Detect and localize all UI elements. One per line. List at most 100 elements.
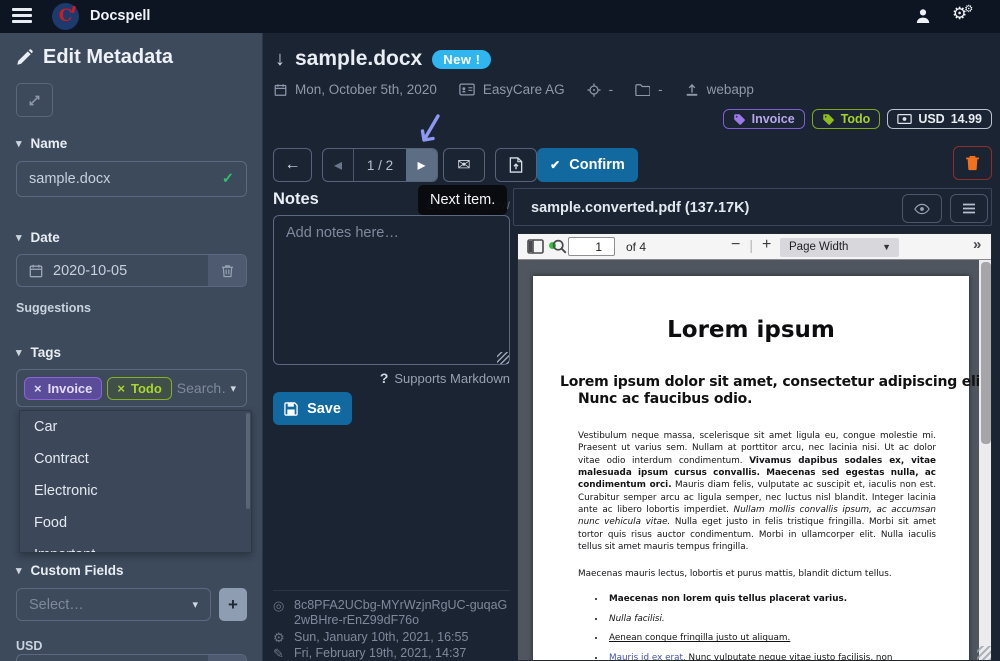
next-item-button[interactable]: ▸ [406, 149, 437, 181]
pdf-bullet-list: Maecenas non lorem quis tellus placerat … [533, 593, 969, 661]
back-button[interactable]: ← [273, 148, 312, 182]
tag-option[interactable]: Contract [20, 443, 251, 475]
next-item-tooltip: Next item. [418, 185, 507, 215]
toolbar-more-icon[interactable]: » [973, 236, 981, 253]
docspell-app: C Docspell ⚙⚙ Edit Metadata ▾ Name sampl… [0, 0, 1000, 661]
settings-cogs-icon[interactable]: ⚙⚙ [952, 4, 973, 24]
created-date: Sun, January 10th, 2021, 16:55 [294, 630, 468, 645]
updated-date: Fri, February 19th, 2021, 14:37 [294, 646, 466, 661]
usd-field-action[interactable] [208, 655, 246, 661]
sidebar-title: Edit Metadata [16, 46, 173, 69]
caret-down-icon[interactable]: ▾ [230, 382, 236, 395]
trash-icon [221, 264, 234, 278]
custom-field-select[interactable]: Select… ▾ [16, 588, 211, 621]
usd-field-input[interactable] [16, 654, 247, 661]
date-input[interactable]: 2020-10-05 [16, 254, 247, 287]
save-notes-button[interactable]: Save [273, 392, 352, 425]
id-card-icon [459, 83, 475, 96]
floppy-icon [284, 402, 298, 416]
pill-amount[interactable]: USD 14.99 [887, 109, 992, 129]
pdf-page: Lorem ipsum Lorem ipsum dolor sit amet, … [533, 276, 969, 661]
pencil-icon [16, 49, 33, 66]
tag-search-placeholder[interactable]: Search… [177, 380, 226, 396]
confirm-button[interactable]: ✔ Confirm [537, 148, 638, 182]
correspondent[interactable]: EasyCare AG [483, 82, 565, 97]
tags-multiselect[interactable]: × Invoice × Todo Search… ▾ [16, 369, 247, 407]
tag-chip-todo[interactable]: × Todo [107, 377, 171, 400]
remove-tag-icon[interactable]: × [34, 381, 42, 396]
tag-option[interactable]: Electronic [20, 475, 251, 507]
pdf-bullet: Nulla facilisi. [606, 613, 927, 625]
zoom-in-button[interactable]: + [762, 236, 771, 254]
pdfjs-toolbar: of 4 − | + Page Width ▼ » [518, 234, 992, 260]
name-input[interactable]: sample.docx ✓ [16, 161, 247, 197]
pill-todo[interactable]: Todo [812, 109, 881, 129]
notes-textarea[interactable] [273, 215, 510, 365]
target-icon: ◎ [273, 598, 286, 628]
pdf-page-input[interactable] [568, 237, 615, 256]
prev-item-button[interactable]: ◂ [323, 149, 354, 181]
remove-tag-icon[interactable]: × [117, 381, 125, 396]
item-updated-row: ✎ Fri, February 19th, 2021, 14:37 [273, 646, 510, 661]
file-upload-icon [509, 157, 523, 173]
pdf-scrollbar-thumb[interactable] [981, 262, 991, 444]
item-title-row: ↓ sample.docx New ! [275, 47, 491, 71]
mouse-cursor [414, 114, 444, 150]
calendar-icon [29, 264, 43, 278]
attachment-file-label: sample.converted.pdf (137.17K) [531, 189, 749, 227]
markdown-hint: ?Supports Markdown [273, 370, 510, 386]
zoom-out-button[interactable]: − [731, 236, 740, 254]
crosshair-icon [587, 83, 601, 97]
user-icon[interactable] [915, 8, 931, 24]
pdf-zoom-select[interactable]: Page Width ▼ [780, 238, 899, 257]
tag-chip-invoice[interactable]: × Invoice [24, 377, 102, 400]
check-icon: ✔ [550, 158, 560, 172]
help-icon[interactable]: ? [380, 370, 389, 386]
new-badge[interactable]: New ! [432, 50, 491, 69]
expand-sidebar-button[interactable] [16, 83, 53, 117]
menu-icon[interactable] [12, 8, 32, 24]
attachment-menu-button[interactable] [950, 194, 988, 223]
brand-title[interactable]: Docspell [90, 0, 150, 33]
gear-icon: ⚙ [273, 630, 286, 645]
custom-fields-section-header[interactable]: ▾ Custom Fields [16, 563, 124, 578]
resize-corner[interactable] [977, 646, 992, 661]
source-value: webapp [707, 82, 754, 97]
eye-icon [914, 203, 930, 215]
pdf-page-total: of 4 [626, 240, 646, 254]
edit-metadata-sidebar: Edit Metadata ▾ Name sample.docx ✓ ▾ Dat… [0, 33, 263, 661]
tags-section-header[interactable]: ▾ Tags [16, 345, 61, 360]
notes-heading: Notes [273, 190, 319, 209]
pdf-bullet: Aenean congue fringilla justo ut aliquam… [606, 632, 927, 644]
pdf-bullet: Maecenas non lorem quis tellus placerat … [606, 593, 927, 605]
pdf-search-icon[interactable] [552, 239, 567, 254]
tag-option[interactable]: Food [20, 507, 251, 539]
delete-item-button[interactable] [953, 146, 992, 180]
send-mail-button[interactable]: ✉ [443, 148, 485, 182]
pdf-doc-subtitle: Lorem ipsum dolor sit amet, consectetur … [560, 374, 941, 407]
item-id: 8c8PFA2UCbg-MYrWzjnRgUC-guqaG2wBHre-rEnZ… [294, 598, 510, 628]
caret-down-icon: ▾ [16, 346, 22, 359]
preview-eye-button[interactable] [902, 194, 942, 223]
dropdown-scrollbar[interactable] [246, 413, 250, 509]
caret-down-icon: ▾ [16, 231, 22, 244]
tag-options-list: CarContractElectronicFoodImportant [20, 411, 251, 553]
caret-down-icon: ▾ [16, 564, 22, 577]
docspell-logo[interactable]: C [52, 3, 79, 30]
add-files-button[interactable] [495, 148, 537, 182]
pill-invoice[interactable]: Invoice [723, 109, 805, 129]
clear-date-button[interactable] [208, 255, 246, 286]
tag-option[interactable]: Important [20, 539, 251, 553]
trash-icon [965, 155, 980, 171]
tag-option[interactable]: Car [20, 411, 251, 443]
pdf-scrollbar[interactable] [979, 260, 992, 661]
attachment-header: sample.converted.pdf (137.17K) [513, 188, 992, 226]
pdf-sidebar-toggle-icon[interactable] [527, 239, 544, 254]
name-section-header[interactable]: ▾ Name [16, 136, 67, 151]
date-section-header[interactable]: ▾ Date [16, 230, 60, 245]
caret-down-icon: ▾ [192, 598, 198, 611]
add-custom-field-button[interactable]: + [219, 588, 247, 621]
pdf-viewer: of 4 − | + Page Width ▼ » Lorem ipsum Lo… [517, 233, 992, 661]
top-navbar: C Docspell ⚙⚙ [0, 0, 1000, 33]
textarea-resize-handle[interactable] [497, 352, 509, 364]
